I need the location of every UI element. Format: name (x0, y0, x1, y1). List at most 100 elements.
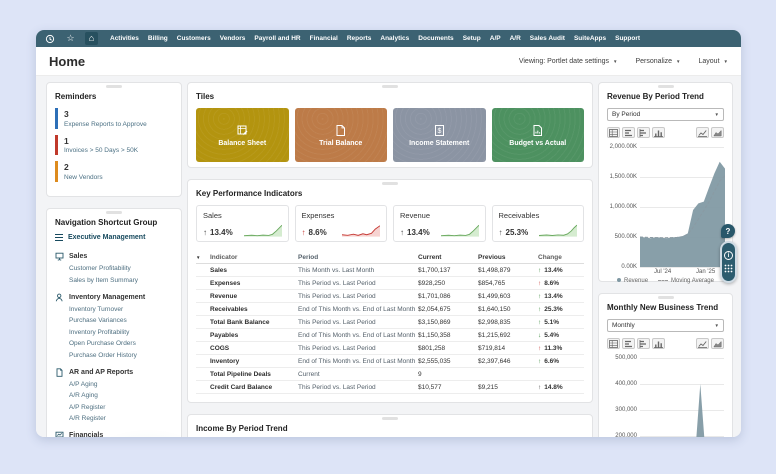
kpi-table-row[interactable]: Total Bank Balance This Period vs. Last … (196, 316, 584, 329)
tile-budget-vs-actual[interactable]: Budget vs Actual (491, 108, 584, 162)
revenue-area-chart: 2,000.00K 1,500.00K 1,000.00K 500.00K 0.… (607, 143, 725, 275)
kpi-table-row[interactable]: Receivables End of This Month vs. End of… (196, 303, 584, 316)
tile-balance-sheet[interactable]: Balance Sheet (196, 108, 289, 162)
nav-menu-item[interactable]: Activities (110, 35, 139, 42)
revenue-plot[interactable] (640, 147, 725, 267)
shortcut-group-sales[interactable]: Sales (55, 252, 173, 261)
kpi-table-row[interactable]: Revenue This Period vs. Last Period $1,7… (196, 290, 584, 303)
nav-menu-item[interactable]: A/P (490, 35, 501, 42)
shortcut-executive-management[interactable]: Executive Management (55, 233, 173, 241)
area-chart-icon[interactable] (711, 127, 724, 138)
shortcut-group-ar-ap[interactable]: AR and AP Reports (55, 367, 173, 377)
tile-trial-balance[interactable]: Trial Balance (294, 108, 387, 162)
personalize-dropdown[interactable]: Personalize ▼ (635, 58, 680, 65)
shortcut-link[interactable]: Inventory Turnover (69, 306, 173, 313)
kpi-table-row[interactable]: Payables End of This Month vs. End of La… (196, 329, 584, 342)
reminders-portlet: Reminders 3 Expense Reports to Approve 1… (46, 82, 182, 197)
previous-cell: $1,499,603 (478, 292, 511, 300)
nav-menu-item[interactable]: Support (615, 35, 640, 42)
area-chart-icon[interactable] (711, 338, 724, 349)
column-chart-icon[interactable] (652, 338, 665, 349)
feedback-widget[interactable]: i (720, 241, 737, 283)
nav-menu-item[interactable]: Documents (418, 35, 453, 42)
kpi-table-row[interactable]: Inventory End of This Month vs. End of L… (196, 355, 584, 368)
kpi-table-row[interactable]: Sales This Month vs. Last Month $1,700,1… (196, 264, 584, 277)
hbar-chart-icon[interactable] (622, 127, 635, 138)
home-icon[interactable]: ⌂ (85, 32, 98, 45)
shortcut-link[interactable]: Open Purchase Orders (69, 340, 173, 347)
nav-menu-item[interactable]: Sales Audit (530, 35, 565, 42)
reminder-item[interactable]: 2 New Vendors (55, 161, 173, 182)
trend-arrow-icon: ↑ (538, 318, 542, 326)
up-arrow-icon: ↑ (400, 228, 404, 237)
indicator-cell: Inventory (210, 357, 240, 365)
shortcut-link[interactable]: Purchase Order History (69, 352, 173, 359)
monthly-plot[interactable] (640, 358, 725, 437)
kpi-table-row[interactable]: COGS This Period vs. Last Period $801,25… (196, 342, 584, 355)
page-title: Home (49, 53, 86, 69)
layout-dropdown[interactable]: Layout ▼ (699, 58, 729, 65)
drag-handle[interactable] (106, 210, 122, 214)
kpi-card-expenses[interactable]: Expenses ↑ 8.6% (294, 205, 387, 242)
drag-handle[interactable] (106, 85, 122, 88)
nav-menu-item[interactable]: Financial (310, 35, 338, 42)
line-chart-icon[interactable] (696, 338, 709, 349)
nav-menu-item[interactable]: Analytics (380, 35, 409, 42)
shortcut-group-inventory[interactable]: Inventory Management (55, 293, 173, 302)
nav-menu-item[interactable]: Vendors (220, 35, 246, 42)
kpi-table-row[interactable]: Total Pipeline Deals Current 9 (196, 368, 584, 381)
drag-handle[interactable] (382, 182, 398, 185)
legend-revenue[interactable]: Revenue (617, 278, 648, 284)
nav-menu-item[interactable]: Customers (177, 35, 211, 42)
revenue-period-select[interactable]: By Period ▼ (607, 108, 724, 121)
kpi-table-row[interactable]: Credit Card Balance This Period vs. Last… (196, 381, 584, 394)
period-cell: This Period vs. Last Period (298, 318, 376, 326)
favorites-star-icon[interactable]: ☆ (64, 32, 77, 45)
hbar-chart-icon[interactable] (622, 338, 635, 349)
stacked-bar-chart-icon[interactable] (637, 338, 650, 349)
monthly-period-select[interactable]: Monthly ▼ (607, 319, 724, 332)
legend-moving-average[interactable]: Moving Average (658, 278, 714, 284)
shortcut-group-financials[interactable]: Financials (55, 431, 173, 437)
indicator-cell: COGS (210, 344, 230, 352)
change-cell: ↑ 5.1% (538, 318, 560, 326)
nav-menu-item[interactable]: Reports (347, 35, 372, 42)
drag-handle[interactable] (382, 85, 398, 88)
shortcut-link[interactable]: A/P Aging (69, 381, 173, 388)
document-icon (56, 367, 63, 377)
kpi-card-revenue[interactable]: Revenue ↑ 13.4% (393, 205, 486, 242)
nav-menu-item[interactable]: Billing (148, 35, 168, 42)
kpi-table-row[interactable]: Expenses This Period vs. Last Period $92… (196, 277, 584, 290)
tile-income-statement[interactable]: $ Income Statement (393, 108, 486, 162)
drag-handle[interactable] (657, 85, 674, 88)
kpi-card-sales[interactable]: Sales ↑ 13.4% (196, 205, 289, 242)
drag-handle[interactable] (657, 296, 674, 299)
shortcut-link[interactable]: Purchase Variances (69, 317, 173, 324)
monthly-area-chart: 500,000 400,000 300,000 200,000 (607, 355, 724, 437)
kpi-card-receivables[interactable]: Receivables ↑ 25.3% (491, 205, 584, 242)
help-button[interactable]: ? (721, 224, 735, 238)
shortcut-link[interactable]: Customer Profitability (69, 265, 173, 272)
drag-handle[interactable] (382, 417, 398, 420)
table-view-icon[interactable] (607, 127, 620, 138)
table-view-icon[interactable] (607, 338, 620, 349)
reminder-item[interactable]: 1 Invoices > 50 Days > 50K (55, 134, 173, 155)
indicator-cell: Total Pipeline Deals (210, 370, 271, 378)
column-chart-icon[interactable] (652, 127, 665, 138)
shortcut-link[interactable]: Inventory Profitability (69, 329, 173, 336)
nav-menu-item[interactable]: SuiteApps (574, 35, 606, 42)
shortcut-link[interactable]: A/R Register (69, 415, 173, 422)
nav-menu-item[interactable]: A/R (510, 35, 521, 42)
line-chart-icon[interactable] (696, 127, 709, 138)
shortcut-link[interactable]: A/P Register (69, 404, 173, 411)
menu-icon (55, 233, 63, 241)
shortcut-link[interactable]: Sales by Item Summary (69, 277, 173, 284)
stacked-bar-chart-icon[interactable] (637, 127, 650, 138)
viewing-settings-dropdown[interactable]: Viewing: Portlet date settings ▼ (519, 58, 618, 65)
history-icon[interactable] (43, 32, 56, 45)
nav-menu-item[interactable]: Setup (463, 35, 481, 42)
shortcut-link[interactable]: A/R Aging (69, 392, 173, 399)
sort-caret-icon[interactable]: ▼ (196, 255, 210, 260)
nav-menu-item[interactable]: Payroll and HR (254, 35, 300, 42)
reminder-item[interactable]: 3 Expense Reports to Approve (55, 108, 173, 129)
